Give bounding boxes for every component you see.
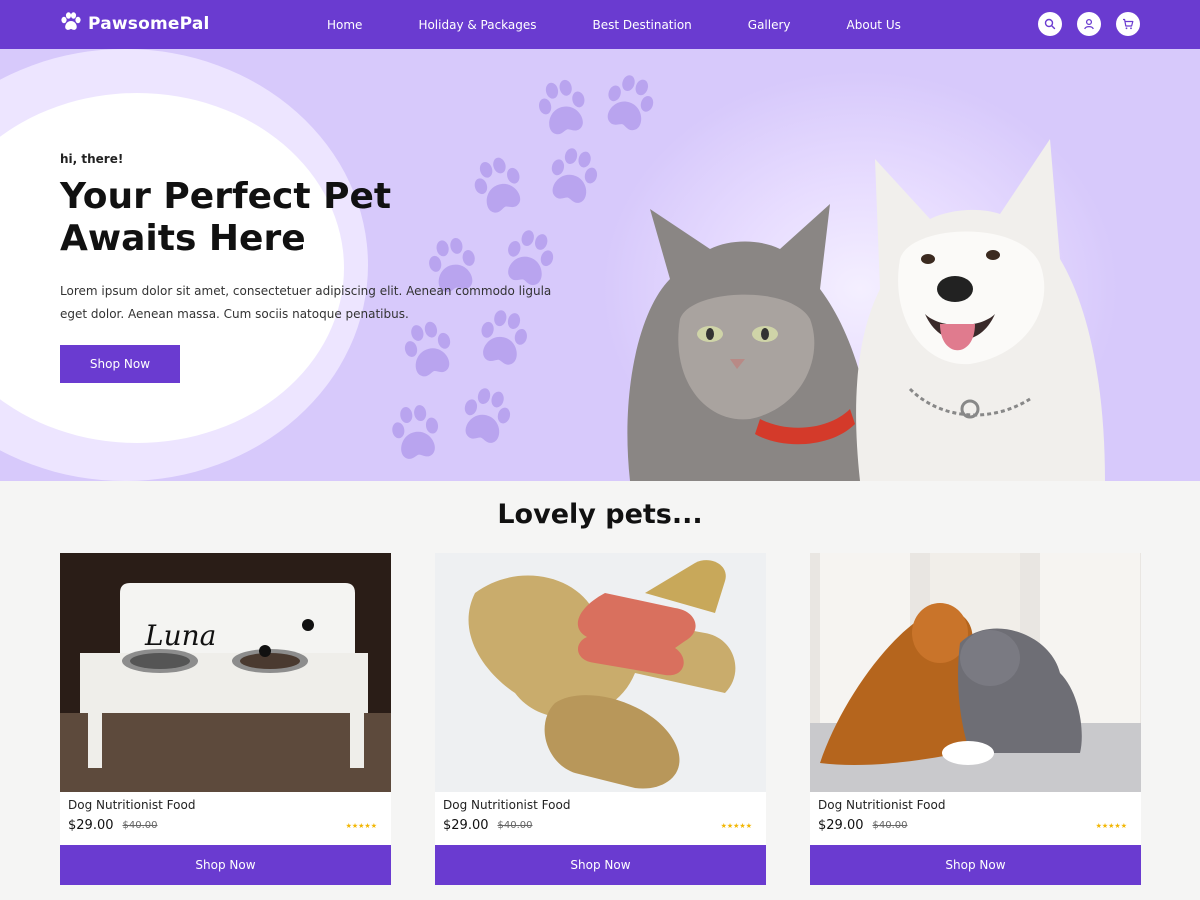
rating-stars: ★★★★★ [345,822,377,830]
nav-holiday-packages[interactable]: Holiday & Packages [418,18,536,32]
header-actions [1038,12,1140,36]
hero-shop-now-button[interactable]: Shop Now [60,345,180,383]
price-row: $29.00 $40.00 [443,818,758,833]
section-title: Lovely pets... [497,499,703,530]
lovely-pets-section: Lovely pets... Luna Dog Nutritionist Foo… [0,481,1200,900]
product-info-3: Dog Nutritionist Food $29.00 $40.00 ★★★★… [810,792,1141,845]
hero-banner: hi, there! Your Perfect Pet Awaits Here … [0,49,1200,481]
product-image-1[interactable]: Luna [60,553,391,792]
cart-icon [1122,15,1134,34]
nav-home[interactable]: Home [327,18,362,32]
product-image-3[interactable] [810,553,1141,792]
logo[interactable]: PawsomePal [60,12,210,36]
product-card-2: Dog Nutritionist Food $29.00 $40.00 ★★★★… [435,553,766,888]
hero-cat-and-dog-image [627,139,1105,481]
cart-button[interactable] [1116,12,1140,36]
logo-text: PawsomePal [88,14,210,34]
rating-stars: ★★★★★ [720,822,752,830]
product-price: $29.00 [818,818,864,833]
product-price: $29.00 [68,818,114,833]
product-name[interactable]: Dog Nutritionist Food [68,798,383,812]
hero-description: Lorem ipsum dolor sit amet, consectetuer… [60,284,552,321]
product-old-price: $40.00 [497,820,533,831]
rating-stars: ★★★★★ [1095,822,1127,830]
shop-now-button-1[interactable]: Shop Now [60,845,391,885]
paw-icon [60,12,82,36]
main-nav: Home Holiday & Packages Best Destination… [300,0,957,49]
shop-now-button-3[interactable]: Shop Now [810,845,1141,885]
product-old-price: $40.00 [872,820,908,831]
product-name[interactable]: Dog Nutritionist Food [443,798,758,812]
product-info-2: Dog Nutritionist Food $29.00 $40.00 ★★★★… [435,792,766,845]
nav-best-destination[interactable]: Best Destination [593,18,692,32]
product-info-1: Dog Nutritionist Food $29.00 $40.00 ★★★★… [60,792,391,845]
product-old-price: $40.00 [122,820,158,831]
product-price: $29.00 [443,818,489,833]
hero-greeting: hi, there! [60,152,124,166]
product-image-2[interactable] [435,553,766,792]
hero-title: Your Perfect Pet Awaits Here [60,176,392,259]
hero-content: hi, there! Your Perfect Pet Awaits Here … [60,152,580,383]
search-button[interactable] [1038,12,1062,36]
product-name[interactable]: Dog Nutritionist Food [818,798,1133,812]
price-row: $29.00 $40.00 [68,818,383,833]
account-button[interactable] [1077,12,1101,36]
nav-about-us[interactable]: About Us [847,18,901,32]
nav-gallery[interactable]: Gallery [748,18,791,32]
user-icon [1083,15,1095,34]
bowl-stand-label: Luna [144,619,216,652]
product-card-1: Luna Dog Nutritionist Food $29.00 $40.00… [60,553,391,888]
site-header: PawsomePal Home Holiday & Packages Best … [0,0,1200,49]
product-card-3: Dog Nutritionist Food $29.00 $40.00 ★★★★… [810,553,1141,888]
price-row: $29.00 $40.00 [818,818,1133,833]
shop-now-button-2[interactable]: Shop Now [435,845,766,885]
search-icon [1044,15,1056,34]
